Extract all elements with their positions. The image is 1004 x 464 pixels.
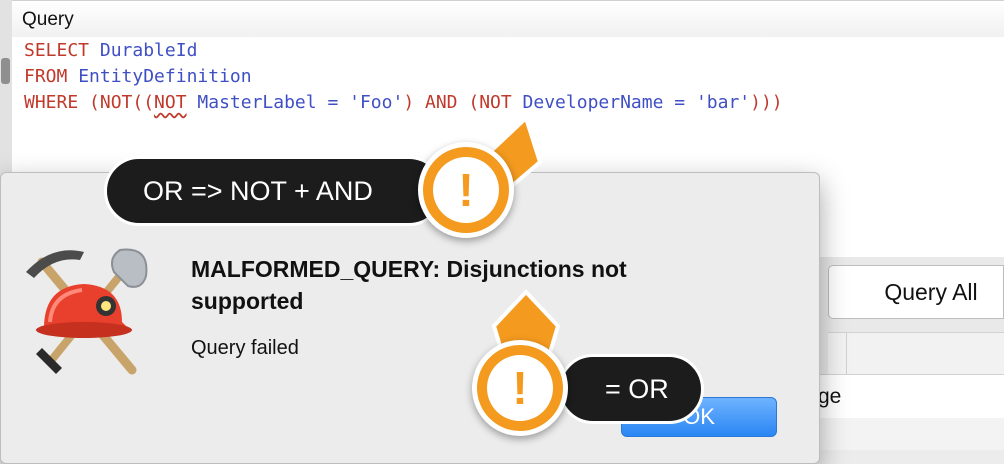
keyword-not-underlined: NOT <box>154 92 187 113</box>
query-header-label: Query <box>22 9 74 30</box>
object-name: EntityDefinition <box>78 66 252 87</box>
column-divider <box>846 333 847 375</box>
field-masterlabel: MasterLabel = <box>186 92 350 113</box>
results-header-row <box>828 332 1004 375</box>
exclamation-icon: ! <box>433 157 499 223</box>
keyword-and: AND <box>425 92 458 113</box>
callout-label-bottom: = OR <box>558 354 704 424</box>
results-row-empty <box>818 418 1004 450</box>
callout-label-top: OR => NOT + AND <box>104 156 444 226</box>
exclamation-icon: ! <box>487 355 553 421</box>
paren-close: ) <box>403 92 425 113</box>
field-developername: DeveloperName = <box>522 92 696 113</box>
paren-not: (NOT(( <box>78 92 155 113</box>
results-partial-label: ge <box>818 385 842 408</box>
value-bar: 'bar' <box>695 92 751 113</box>
soql-miner-app-icon <box>26 248 148 375</box>
query-all-button[interactable]: Query All <box>828 265 1004 319</box>
scroll-knob[interactable] <box>1 58 10 84</box>
field-durableid: DurableId <box>99 40 198 61</box>
query-header: Query <box>12 0 1004 38</box>
value-foo: 'Foo' <box>349 92 404 113</box>
keyword-where: WHERE <box>24 92 79 113</box>
paren-not-2: (NOT <box>457 92 523 113</box>
callout-warning-top: ! <box>418 142 514 238</box>
keyword-from: FROM <box>24 66 68 87</box>
keyword-select: SELECT <box>24 40 90 61</box>
results-row[interactable]: ge <box>818 374 1004 419</box>
soql-code[interactable]: SELECT DurableId FROM EntityDefinition W… <box>24 38 783 116</box>
dialog-title: MALFORMED_QUERY: Disjunctions not suppor… <box>191 256 627 314</box>
callout-warning-bottom: ! <box>472 340 568 436</box>
paren-end: ))) <box>750 92 783 113</box>
dialog-message: Query failed <box>191 337 299 359</box>
